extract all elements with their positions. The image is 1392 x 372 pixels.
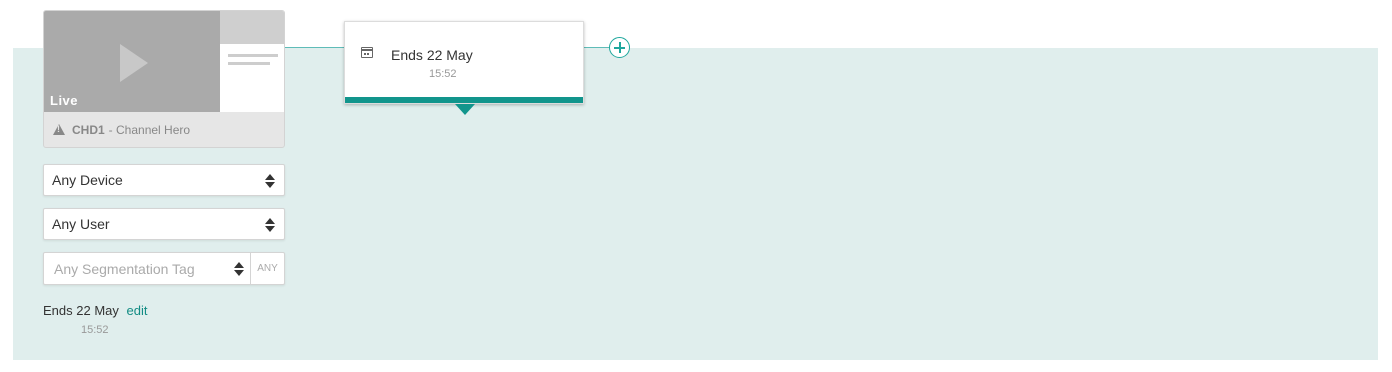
device-select[interactable]: Any Device [43, 164, 285, 196]
timeline-line [584, 47, 609, 48]
user-select[interactable]: Any User [43, 208, 285, 240]
popover-ends-time: 15:52 [429, 68, 457, 80]
segmentation-tag-select[interactable]: Any Segmentation Tag [44, 253, 251, 284]
channel-code: CHD1 [72, 122, 105, 137]
popover-accent-bar [345, 97, 583, 103]
sort-arrows-icon [265, 218, 275, 232]
add-step-button[interactable] [609, 37, 630, 58]
channel-card[interactable]: Live CHD1 - Channel Hero [43, 10, 285, 148]
thumbnail-preview-panel [220, 11, 284, 112]
live-label: Live [50, 93, 79, 108]
ends-date: 22 May [76, 303, 119, 318]
edit-schedule-link[interactable]: edit [127, 303, 148, 318]
segmentation-tag-field[interactable]: Any Segmentation Tag ANY [43, 252, 285, 285]
play-icon [120, 44, 148, 82]
popover-pointer [455, 104, 475, 115]
warning-icon [53, 124, 65, 135]
calendar-icon [361, 47, 373, 58]
popover-ends: Ends 22 May [391, 47, 473, 63]
timeline-line [284, 47, 345, 48]
user-select-value: Any User [52, 216, 110, 232]
segmentation-mode-toggle[interactable]: ANY [251, 253, 284, 284]
sort-arrows-icon [234, 262, 244, 276]
popover-ends-date: 22 May [426, 47, 473, 63]
channel-footer: CHD1 - Channel Hero [44, 112, 284, 147]
segmentation-tag-placeholder: Any Segmentation Tag [54, 260, 195, 277]
channel-name: - Channel Hero [108, 122, 191, 137]
sort-arrows-icon [265, 174, 275, 188]
ends-time: 15:52 [81, 324, 109, 336]
popover-ends-label: Ends [391, 47, 423, 63]
ends-label: Ends [43, 303, 73, 318]
schedule-end: Ends 22 May edit [43, 303, 148, 318]
video-thumbnail: Live [44, 11, 220, 112]
device-select-value: Any Device [52, 172, 123, 188]
end-date-popover[interactable]: Ends 22 May 15:52 [344, 21, 584, 104]
